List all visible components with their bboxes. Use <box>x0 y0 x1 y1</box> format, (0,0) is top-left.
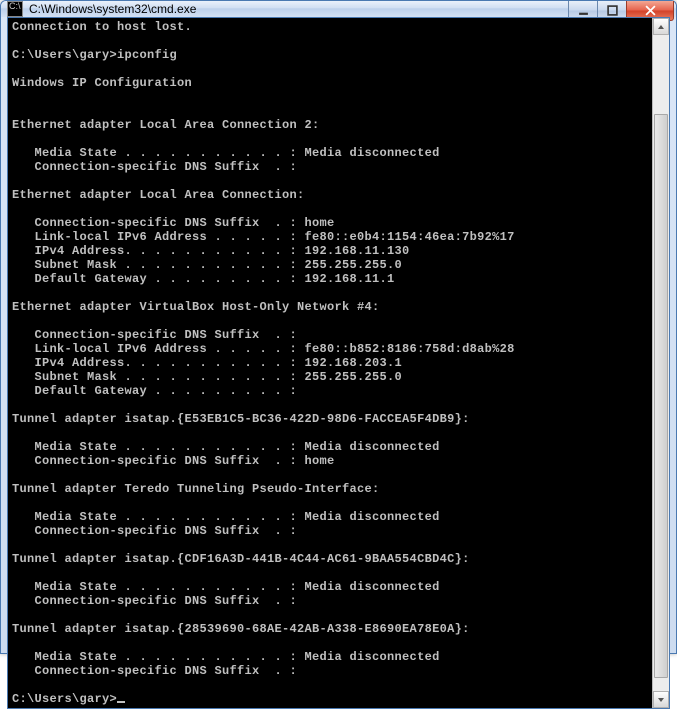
text-cursor <box>117 701 125 703</box>
scroll-down-button[interactable] <box>653 691 669 708</box>
chevron-up-icon <box>657 23 665 31</box>
minimize-icon <box>578 5 589 16</box>
scroll-thumb[interactable] <box>654 114 668 678</box>
vertical-scrollbar[interactable] <box>652 18 669 708</box>
titlebar[interactable]: C:\ C:\Windows\system32\cmd.exe <box>1 1 676 17</box>
chevron-down-icon <box>657 696 665 704</box>
scroll-up-button[interactable] <box>653 18 669 35</box>
scroll-track[interactable] <box>653 35 669 691</box>
maximize-icon <box>607 5 618 16</box>
cmd-icon: C:\ <box>7 1 23 17</box>
close-icon <box>645 5 656 16</box>
console-output[interactable]: Connection to host lost. C:\Users\gary>i… <box>8 18 652 708</box>
cmd-window: C:\ C:\Windows\system32\cmd.exe Connecti… <box>0 0 677 654</box>
client-area: Connection to host lost. C:\Users\gary>i… <box>7 17 670 709</box>
